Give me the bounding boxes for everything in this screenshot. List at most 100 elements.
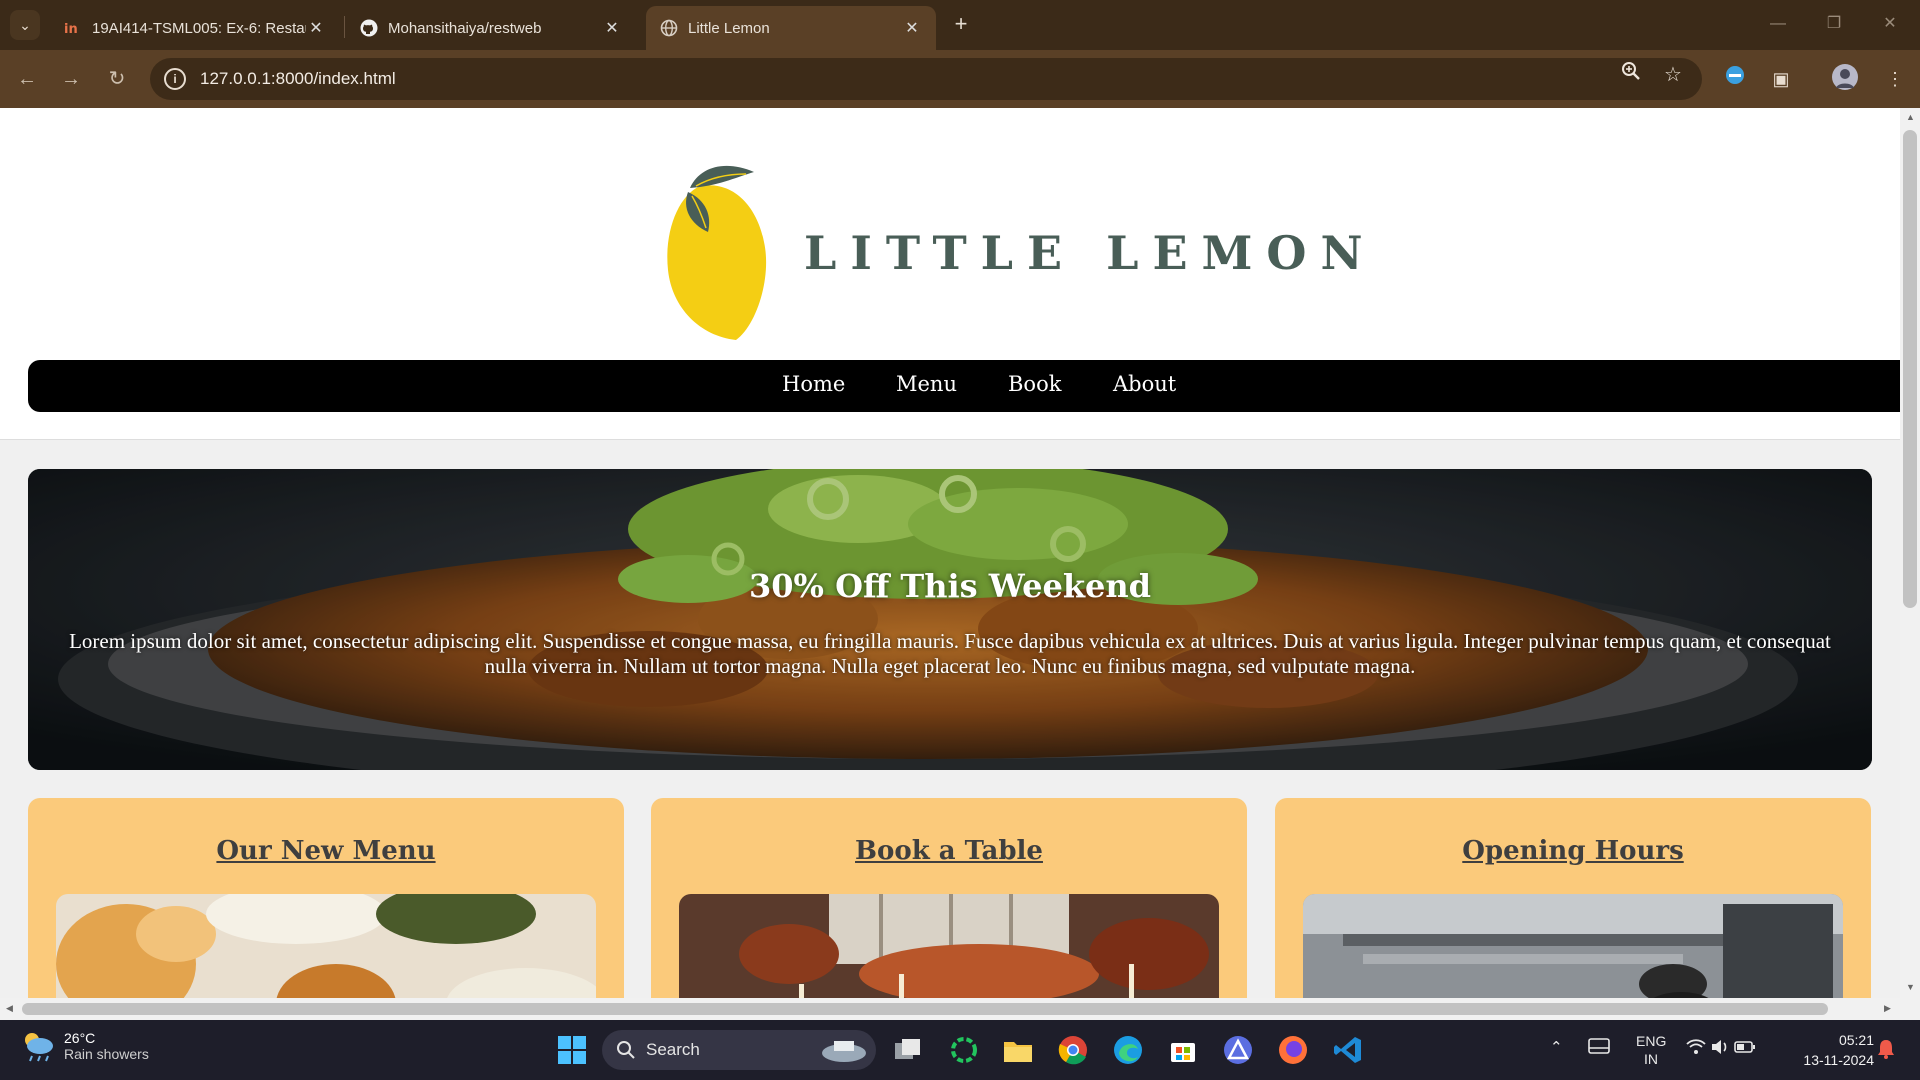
scroll-left-icon[interactable]: ◀ (6, 1003, 13, 1014)
chrome-icon (1058, 1036, 1087, 1065)
scroll-thumb[interactable] (22, 1003, 1828, 1015)
windows-logo-icon (558, 1036, 586, 1064)
address-bar[interactable]: i 127.0.0.1:8000/index.html (150, 58, 1702, 100)
vertical-scrollbar[interactable]: ▲ ▼ (1900, 108, 1920, 1020)
puzzle-icon: ▣ (1772, 69, 1790, 89)
close-tab-icon[interactable]: ✕ (306, 18, 326, 38)
reload-button[interactable]: ↻ (102, 64, 132, 94)
taskbar-store[interactable] (1165, 1032, 1201, 1068)
arrow-left-icon: ← (17, 68, 37, 90)
scroll-thumb[interactable] (1903, 130, 1917, 608)
close-window-button[interactable]: ✕ (1878, 12, 1902, 36)
forward-button[interactable]: → (56, 64, 86, 94)
close-tab-icon[interactable]: ✕ (902, 18, 922, 38)
taskbar-chrome[interactable] (1055, 1032, 1091, 1068)
task-view-button[interactable] (890, 1032, 926, 1068)
extensions-menu-button[interactable]: ▣ (1766, 64, 1796, 94)
volume-icon (1712, 1040, 1727, 1054)
site-info-icon[interactable]: i (164, 68, 186, 90)
tray-status-group[interactable] (1686, 1038, 1756, 1060)
taskbar-app-spinner[interactable] (946, 1032, 982, 1068)
new-tab-button[interactable]: + (948, 12, 974, 38)
tab-search-button[interactable]: ⌄ (10, 10, 40, 40)
card-title[interactable]: Book a Table (651, 836, 1247, 866)
extension-badge-icon (1726, 66, 1744, 84)
language-indicator[interactable]: ENG IN (1636, 1032, 1666, 1068)
card-book-table: Book a Table (651, 798, 1247, 998)
avatar (1832, 64, 1858, 90)
browser-toolbar: ← → ↻ i 127.0.0.1:8000/index.html ☆ ▣ ⋮ (0, 50, 1920, 108)
browser-tab-bar: ⌄ in 19AI414-TSML005: Ex-6: Restau ✕ Moh… (0, 0, 1920, 50)
folder-icon (1004, 1042, 1032, 1062)
nav-link-book[interactable]: Book (1008, 372, 1061, 396)
notification-bell-icon (1878, 1040, 1894, 1059)
language-code: ENG (1636, 1033, 1667, 1049)
weather-temperature: 26°C (64, 1030, 96, 1046)
rain-cloud-icon (25, 1033, 53, 1062)
taskbar-file-explorer[interactable] (1000, 1032, 1036, 1068)
minimize-button[interactable]: — (1766, 12, 1790, 36)
tab-title: 19AI414-TSML005: Ex-6: Restau (92, 19, 306, 37)
card-title[interactable]: Our New Menu (28, 836, 624, 866)
taskbar-search[interactable]: Search (602, 1030, 876, 1070)
brand-name: LITTLE LEMON (804, 226, 1377, 280)
github-icon (360, 19, 378, 37)
edge-icon (1114, 1036, 1142, 1064)
tray-display-button[interactable] (1588, 1038, 1610, 1060)
main-nav: Home Menu Book About (28, 360, 1900, 412)
bookmark-button[interactable]: ☆ (1658, 60, 1688, 90)
extension-button[interactable] (1720, 64, 1750, 94)
back-button[interactable]: ← (12, 64, 42, 94)
close-tab-icon[interactable]: ✕ (602, 18, 622, 38)
region-code: IN (1644, 1051, 1658, 1067)
tab-title: Little Lemon (688, 19, 770, 37)
taskbar-edge[interactable] (1110, 1032, 1146, 1068)
site-header: LITTLE LEMON Home Menu Book About (0, 108, 1900, 440)
reload-icon: ↻ (108, 68, 126, 90)
chevron-down-icon: ⌄ (19, 16, 31, 33)
dining-table-image (679, 894, 1219, 998)
minimize-icon: — (1770, 15, 1786, 32)
zoom-button[interactable] (1616, 60, 1646, 90)
page-viewport: LITTLE LEMON Home Menu Book About 30% Of… (0, 108, 1900, 998)
search-icon (617, 1041, 635, 1059)
tab-restaurant-course[interactable]: in 19AI414-TSML005: Ex-6: Restau ✕ (50, 6, 340, 50)
nav-link-home[interactable]: Home (782, 372, 845, 396)
tab-github-repo[interactable]: Mohansithaiya/restweb ✕ (346, 6, 636, 50)
profile-button[interactable] (1830, 64, 1860, 94)
scroll-right-icon[interactable]: ▶ (1884, 1003, 1891, 1014)
battery-icon (1734, 1041, 1756, 1053)
start-button[interactable] (554, 1032, 590, 1068)
svg-text:in: in (64, 22, 78, 35)
clock-date: 13-11-2024 (1803, 1052, 1874, 1068)
clock-time: 05:21 (1838, 1032, 1874, 1048)
tray-overflow-button[interactable]: ⌃ (1550, 1038, 1563, 1056)
system-clock[interactable]: 05:21 13-11-2024 (1778, 1030, 1874, 1070)
taskbar-firefox[interactable] (1275, 1032, 1311, 1068)
triangle-app-icon (1224, 1036, 1252, 1064)
card-title[interactable]: Opening Hours (1275, 836, 1871, 866)
taskbar-vscode[interactable] (1330, 1032, 1366, 1068)
display-icon (1588, 1038, 1610, 1054)
taskbar-app-triangle[interactable] (1220, 1032, 1256, 1068)
browser-menu-button[interactable]: ⋮ (1880, 64, 1910, 94)
search-label: Search (646, 1040, 700, 1059)
nav-link-about[interactable]: About (1113, 372, 1176, 396)
tab-divider (344, 16, 345, 38)
zoom-icon (1622, 62, 1640, 80)
card-opening-hours: Opening Hours (1275, 798, 1871, 998)
task-view-icon (895, 1039, 920, 1059)
horizontal-scrollbar[interactable]: ◀ ▶ (0, 998, 1900, 1020)
weather-widget[interactable]: 26°C Rain showers (20, 1030, 149, 1062)
nav-link-menu[interactable]: Menu (896, 372, 957, 396)
weather-description: Rain showers (64, 1046, 149, 1062)
notification-button[interactable] (1876, 1038, 1896, 1064)
tab-little-lemon[interactable]: Little Lemon ✕ (646, 6, 936, 50)
close-icon: ✕ (1883, 15, 1897, 32)
wifi-icon (1686, 1039, 1706, 1054)
green-ring-icon (951, 1037, 977, 1063)
scroll-up-icon[interactable]: ▲ (1906, 112, 1915, 122)
restore-button[interactable]: ❐ (1822, 12, 1846, 36)
scroll-down-icon[interactable]: ▼ (1906, 982, 1915, 992)
promo-text: Lorem ipsum dolor sit amet, consectetur … (69, 629, 1831, 678)
